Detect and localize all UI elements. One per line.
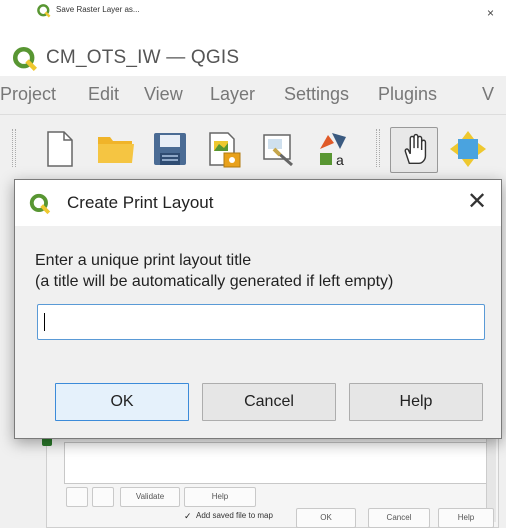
new-print-layout-icon[interactable] xyxy=(204,129,244,169)
menu-project[interactable]: Project xyxy=(0,84,56,105)
menu-layer[interactable]: Layer xyxy=(210,84,255,105)
menu-plugins[interactable]: Plugins xyxy=(378,84,437,105)
qgis-titlebar: CM_OTS_IW — QGIS xyxy=(0,38,506,80)
open-project-icon[interactable] xyxy=(96,129,136,169)
help-small-button[interactable]: Help xyxy=(184,487,256,507)
project-toolbar: a xyxy=(0,114,506,180)
new-project-icon[interactable] xyxy=(40,129,80,169)
toolbar-grip[interactable] xyxy=(12,129,16,167)
close-icon[interactable]: ✕ xyxy=(463,188,491,216)
text-cursor xyxy=(44,313,45,331)
close-icon[interactable]: × xyxy=(487,6,494,20)
pan-map-button[interactable] xyxy=(390,127,438,173)
qgis-window-title: CM_OTS_IW — QGIS xyxy=(46,47,240,68)
bg-cancel-button[interactable]: Cancel xyxy=(368,508,430,528)
bg-ok-button[interactable]: OK xyxy=(296,508,356,528)
svg-text:a: a xyxy=(336,152,344,168)
menu-bar: Project Edit View Layer Settings Plugins… xyxy=(0,76,506,114)
options-table xyxy=(64,442,492,484)
dialog-titlebar: Create Print Layout ✕ xyxy=(15,180,501,226)
prompt-line-2: (a title will be automatically generated… xyxy=(35,273,394,290)
menu-edit[interactable]: Edit xyxy=(88,84,119,105)
cancel-button[interactable]: Cancel xyxy=(202,383,336,421)
qgis-logo-icon xyxy=(37,4,51,23)
layout-title-input[interactable] xyxy=(37,304,485,340)
ok-button[interactable]: OK xyxy=(55,383,189,421)
show-layout-manager-icon[interactable] xyxy=(258,129,298,169)
help-button[interactable]: Help xyxy=(349,383,483,421)
dialog-title: Create Print Layout xyxy=(67,193,214,212)
menu-vector[interactable]: V xyxy=(482,84,494,105)
prompt-line-1: Enter a unique print layout title xyxy=(35,252,252,269)
menu-view[interactable]: View xyxy=(144,84,183,105)
qgis-logo-icon xyxy=(29,193,51,220)
menu-settings[interactable]: Settings xyxy=(284,84,349,105)
style-manager-icon[interactable]: a xyxy=(314,129,354,169)
toolbar-grip[interactable] xyxy=(376,129,380,167)
pan-to-selection-icon[interactable] xyxy=(448,129,488,169)
validate-button[interactable]: Validate xyxy=(120,487,180,507)
remove-row-button[interactable] xyxy=(92,487,114,507)
save-raster-titlebar: Save Raster Layer as... × xyxy=(28,0,506,30)
pan-hand-icon xyxy=(396,131,434,174)
add-row-button[interactable] xyxy=(66,487,88,507)
create-print-layout-dialog: Create Print Layout ✕ Enter a unique pri… xyxy=(14,179,502,439)
bg-help-button[interactable]: Help xyxy=(438,508,494,528)
qgis-logo-icon xyxy=(12,46,38,77)
add-saved-file-label: Add saved file to map xyxy=(196,511,273,520)
save-raster-title: Save Raster Layer as... xyxy=(56,5,140,14)
save-project-icon[interactable] xyxy=(150,129,190,169)
add-saved-file-checkbox[interactable]: ✓ xyxy=(184,511,194,521)
